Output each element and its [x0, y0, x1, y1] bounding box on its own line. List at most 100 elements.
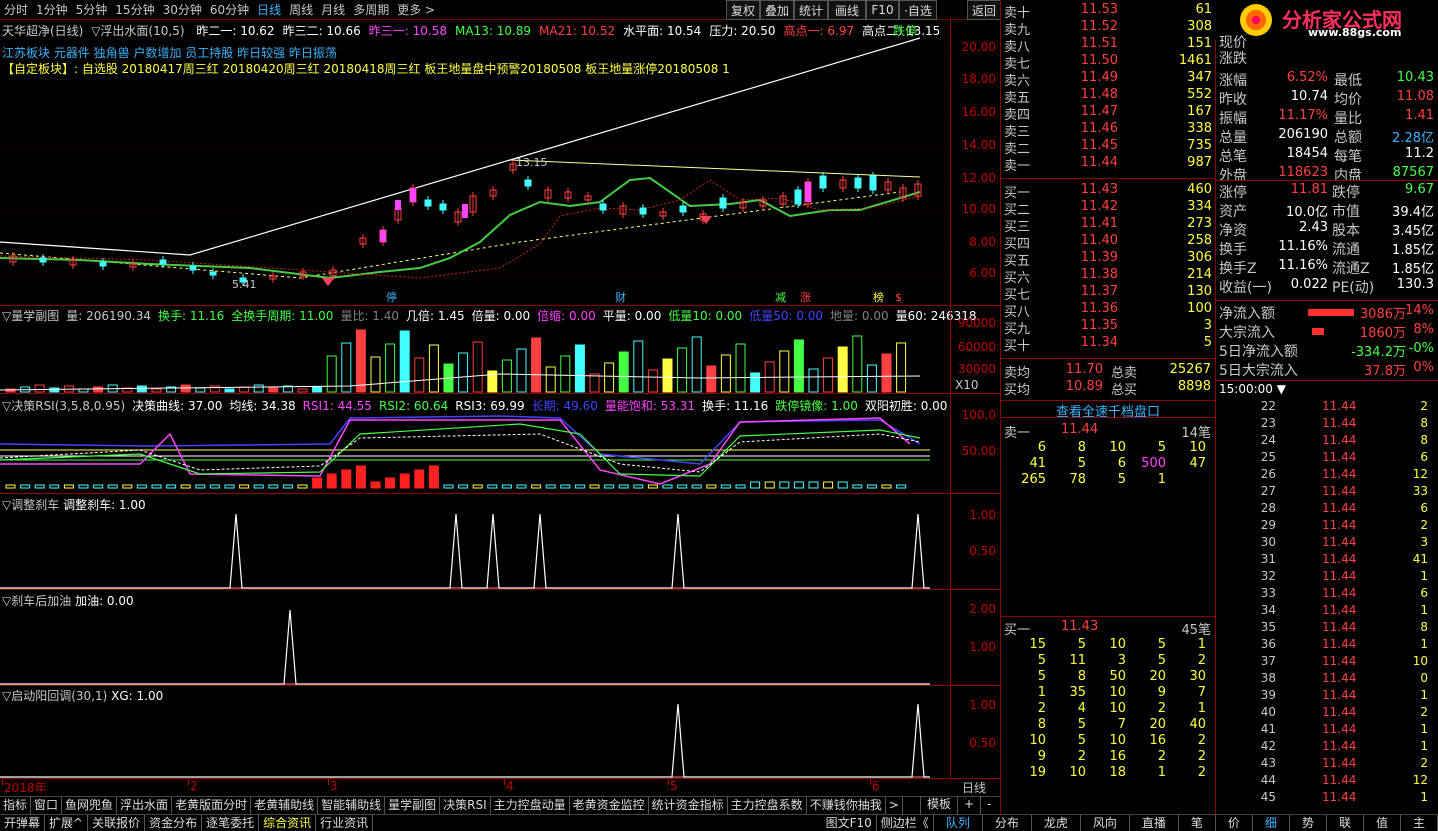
tick-second: 34 — [1260, 603, 1276, 617]
indicator-tab-3[interactable]: 浮出水面 — [117, 797, 173, 814]
bid-row[interactable]: 买三 11.41 273 — [1001, 216, 1216, 235]
refuel-chart[interactable] — [0, 590, 950, 686]
side-tab-9[interactable]: 细 — [1253, 815, 1290, 831]
bid-row[interactable]: 买九 11.35 3 — [1001, 318, 1216, 337]
brake-chart[interactable] — [0, 494, 950, 590]
side-tab-5[interactable]: 风向 — [1081, 815, 1130, 831]
main-kline-panel[interactable]: 天华超净(日线) ▽浮出水面(10,5) 昨二一: 10.62 昨三二: 10.6… — [0, 20, 1000, 306]
toolbar-button-4[interactable]: F10 — [866, 0, 899, 20]
bid-price: 11.35 — [1080, 318, 1118, 333]
bid-row[interactable]: 买七 11.37 130 — [1001, 284, 1216, 303]
period-tab-5[interactable]: 60分钟 — [206, 1, 253, 18]
template-button-2[interactable]: - — [980, 796, 997, 814]
ask-row[interactable]: 卖四 11.47 167 — [1001, 104, 1216, 123]
ask-row[interactable]: 卖十 11.53 61 — [1001, 2, 1216, 21]
indicator-tabs: 指标 窗口 鱼网兜鱼 浮出水面 老黄版面分时 老黄辅助线 智能辅助线 量学副图 决策RSI 主力控… — [0, 796, 1000, 814]
side-tab-12[interactable]: 值 — [1364, 815, 1401, 831]
ask-row[interactable]: 卖五 11.48 552 — [1001, 87, 1216, 106]
indicator-tab-13[interactable]: 不赚钱你抽我 — [807, 797, 886, 814]
refuel-panel[interactable]: ▽刹车后加油 加油: 0.00 2.00 1.00 — [0, 590, 1000, 686]
bid-price: 11.39 — [1080, 250, 1118, 265]
period-tab-6[interactable]: 日线 — [253, 1, 285, 18]
indicator-tab-5[interactable]: 老黄辅助线 — [251, 797, 319, 814]
volume-panel[interactable]: ▽量学副图 量: 206190.34 换手: 11.16 全换手周期: 11.00 量比… — [0, 306, 1000, 394]
period-tab-1[interactable]: 1分钟 — [32, 1, 72, 18]
toolbar-button-3[interactable]: 画线 — [828, 0, 866, 20]
bid-row[interactable]: 买二 11.42 334 — [1001, 199, 1216, 218]
indicator-tab-14[interactable]: > — [886, 797, 903, 814]
status-tab-3[interactable]: 资金分布 — [145, 815, 203, 831]
indicator-tab-11[interactable]: 统计资金指标 — [649, 797, 728, 814]
status-tab-2[interactable]: 关联报价 — [88, 815, 146, 831]
bid-row[interactable]: 买六 11.38 214 — [1001, 267, 1216, 286]
toolbar-button-6[interactable]: 返回 — [967, 0, 1001, 20]
ask-row[interactable]: 卖八 11.51 151 — [1001, 36, 1216, 55]
side-tab-0[interactable]: 图文F10 — [822, 815, 877, 831]
period-tab-10[interactable]: 更多 > — [393, 1, 439, 18]
bid-row[interactable]: 买八 11.36 100 — [1001, 301, 1216, 320]
launch-pullback-panel[interactable]: ▽启动阳回调(30,1) XG: 1.00 1.00 0.50 — [0, 686, 1000, 779]
period-tab-8[interactable]: 月线 — [317, 1, 349, 18]
indicator-tab-0[interactable]: 指标 — [0, 797, 32, 814]
queue-cell: 5 — [1157, 637, 1166, 652]
queue-cell: 10 — [1109, 440, 1126, 455]
side-tab-8[interactable]: 价 — [1216, 815, 1253, 831]
period-tab-3[interactable]: 15分钟 — [111, 1, 158, 18]
status-tab-4[interactable]: 逐笔委托 — [202, 815, 260, 831]
side-tab-10[interactable]: 势 — [1290, 815, 1327, 831]
ask-row[interactable]: 卖六 11.49 347 — [1001, 70, 1216, 89]
volume-chart[interactable] — [0, 306, 950, 394]
period-tab-7[interactable]: 周线 — [285, 1, 317, 18]
side-tab-2[interactable]: 队列 — [934, 815, 983, 831]
bid-row[interactable]: 买一 11.43 460 — [1001, 182, 1216, 201]
status-tab-6[interactable]: 行业资讯 — [316, 815, 374, 831]
launch-chart[interactable] — [0, 686, 950, 779]
indicator-tab-4[interactable]: 老黄版面分时 — [172, 797, 252, 814]
indicator-tab-8[interactable]: 决策RSI — [440, 797, 491, 814]
bid-row[interactable]: 买五 11.39 306 — [1001, 250, 1216, 269]
kline-chart[interactable]: 13.15 5.41 停 财 减 涨 榜 $ — [0, 20, 950, 306]
volume-bar — [604, 362, 615, 393]
indicator-tab-12[interactable]: 主力控盘系数 — [728, 797, 807, 814]
period-tab-2[interactable]: 5分钟 — [72, 1, 112, 18]
side-tab-4[interactable]: 龙虎 — [1032, 815, 1081, 831]
toolbar-button-1[interactable]: 叠加 — [760, 0, 794, 20]
highlight-candle — [805, 182, 811, 202]
bid-row[interactable]: 买四 11.40 258 — [1001, 233, 1216, 252]
period-tab-4[interactable]: 30分钟 — [159, 1, 206, 18]
indicator-tab-7[interactable]: 量学副图 — [385, 797, 441, 814]
brake-panel[interactable]: ▽调整刹车 调整刹车: 1.00 1.00 0.50 — [0, 494, 1000, 590]
indicator-tab-9[interactable]: 主力控盘动量 — [491, 797, 570, 814]
quote-value: 6.52% — [1286, 70, 1328, 85]
indicator-tab-6[interactable]: 智能辅助线 — [318, 797, 386, 814]
ask-row[interactable]: 卖七 11.50 1461 — [1001, 53, 1216, 72]
ask-row[interactable]: 卖三 11.46 338 — [1001, 121, 1216, 140]
indicator-tab-1[interactable]: 窗口 — [31, 797, 63, 814]
side-tab-7[interactable]: 笔 — [1179, 815, 1216, 831]
rsi-chart[interactable] — [0, 394, 950, 494]
status-tab-1[interactable]: 扩展^ — [45, 815, 89, 831]
toolbar-button-0[interactable]: 复权 — [726, 0, 760, 20]
side-tab-13[interactable]: 主 — [1401, 815, 1438, 831]
tick-second: 22 — [1260, 399, 1276, 413]
status-tab-5[interactable]: 综合资讯 — [259, 815, 317, 831]
template-button-1[interactable]: + — [957, 796, 980, 814]
status-tab-0[interactable]: 开弹幕 — [0, 815, 46, 831]
toolbar-button-2[interactable]: 统计 — [794, 0, 828, 20]
side-tab-3[interactable]: 分布 — [983, 815, 1032, 831]
side-tab-11[interactable]: 联 — [1327, 815, 1364, 831]
ask-row[interactable]: 卖一 11.44 987 — [1001, 155, 1216, 174]
period-tab-0[interactable]: 分时 — [0, 1, 32, 18]
ask-row[interactable]: 卖九 11.52 308 — [1001, 19, 1216, 38]
full-book-button[interactable]: 查看全速千档盘口 — [1000, 400, 1215, 420]
period-tab-9[interactable]: 多周期 — [349, 1, 393, 18]
indicator-tab-2[interactable]: 鱼网兜鱼 — [62, 797, 118, 814]
bid-row[interactable]: 买十 11.34 5 — [1001, 335, 1216, 354]
rsi-panel[interactable]: ▽决策RSI(3,5,8,0.95) 决策曲线: 37.00 均线: 34.38 RS… — [0, 394, 1000, 494]
ask-row[interactable]: 卖二 11.45 735 — [1001, 138, 1216, 157]
toolbar-button-5[interactable]: ·自选 — [899, 0, 937, 20]
side-tab-6[interactable]: 直播 — [1130, 815, 1179, 831]
side-tab-1[interactable]: 侧边栏《 — [877, 815, 934, 831]
template-button-0[interactable]: 模板 — [920, 796, 957, 814]
indicator-tab-10[interactable]: 老黄资金监控 — [570, 797, 649, 814]
